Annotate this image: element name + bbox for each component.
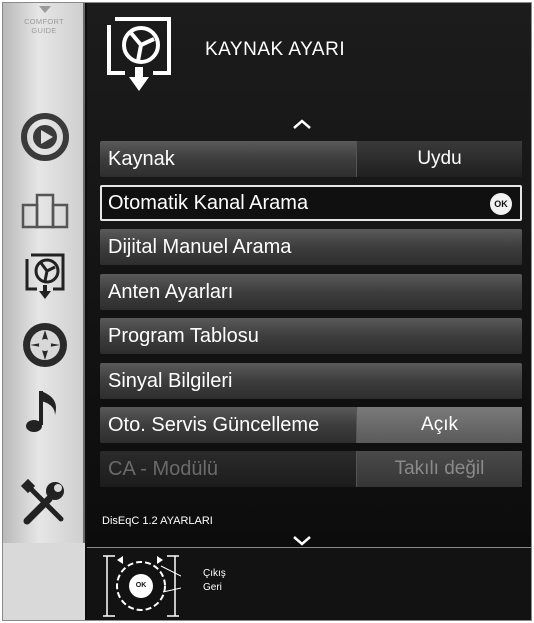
menu-item-anten-ayarlari[interactable]: Anten Ayarları	[100, 274, 522, 310]
comfort-guide-label: COMFORT GUIDE	[24, 17, 64, 35]
picture-icon[interactable]	[19, 319, 71, 371]
comfort-guide[interactable]: COMFORT GUIDE	[3, 3, 85, 61]
menu-item-sinyal-bilgileri[interactable]: Sinyal Bilgileri	[100, 363, 522, 399]
menu-item-value: Takılı değil	[356, 451, 522, 487]
playback-icon[interactable]	[19, 111, 71, 163]
menu-item-label: Kaynak	[108, 148, 175, 170]
page-title: KAYNAK AYARI	[205, 39, 346, 60]
menu-item-label: CA - Modülü	[108, 458, 219, 480]
menu-item-label: Sinyal Bilgileri	[108, 370, 233, 392]
remote-ok-label: OK	[135, 582, 147, 589]
menu-header: KAYNAK AYARI	[87, 3, 531, 95]
menu-item-label: Program Tablosu	[108, 325, 259, 347]
source-settings-icon	[99, 11, 179, 93]
tools-icon[interactable]	[19, 477, 71, 529]
help-exit-label: Çıkış	[203, 568, 226, 579]
menu-item-otomatik-kanal-arama[interactable]: Otomatik Kanal Arama OK	[100, 185, 522, 221]
source-settings-icon[interactable]	[19, 249, 71, 301]
help-back-label: Geri	[203, 582, 222, 593]
help-bar: OK Çıkış Geri	[87, 547, 531, 620]
scroll-down-icon[interactable]	[292, 536, 312, 546]
tv-menu-screen: COMFORT GUIDE KAYNAK AYARI Kaynak Uydu O…	[2, 2, 532, 621]
remote-navigation-icon: OK	[101, 552, 181, 620]
menu-item-oto-servis-guncelleme[interactable]: Oto. Servis Güncelleme Açık	[100, 407, 522, 443]
sidebar: COMFORT GUIDE	[3, 3, 85, 620]
ok-button-icon: OK	[490, 193, 512, 215]
menu-item-label: Anten Ayarları	[108, 281, 234, 303]
scroll-up-icon[interactable]	[292, 119, 312, 129]
menu-item-kaynak[interactable]: Kaynak Uydu	[100, 141, 522, 177]
menu-item-ca-modulu: CA - Modülü Takılı değil	[100, 451, 522, 487]
menu-item-value[interactable]: Uydu	[356, 141, 522, 177]
menu-item-label: Oto. Servis Güncelleme	[108, 414, 320, 436]
chevron-down-icon	[39, 6, 51, 13]
main-panel: KAYNAK AYARI Kaynak Uydu Otomatik Kanal …	[87, 3, 531, 620]
sidebar-footer	[3, 543, 85, 620]
menu-item-label: Otomatik Kanal Arama	[108, 192, 309, 214]
menu-item-value[interactable]: Açık	[356, 407, 522, 443]
menu-item-label: Dijital Manuel Arama	[108, 236, 292, 258]
menu-item-program-tablosu[interactable]: Program Tablosu	[100, 318, 522, 354]
music-icon[interactable]	[19, 385, 71, 437]
menu-item-dijital-manuel-arama[interactable]: Dijital Manuel Arama	[100, 229, 522, 265]
sources-icon[interactable]	[19, 183, 71, 235]
menu-footer-note: DisEqC 1.2 AYARLARI	[102, 515, 213, 527]
